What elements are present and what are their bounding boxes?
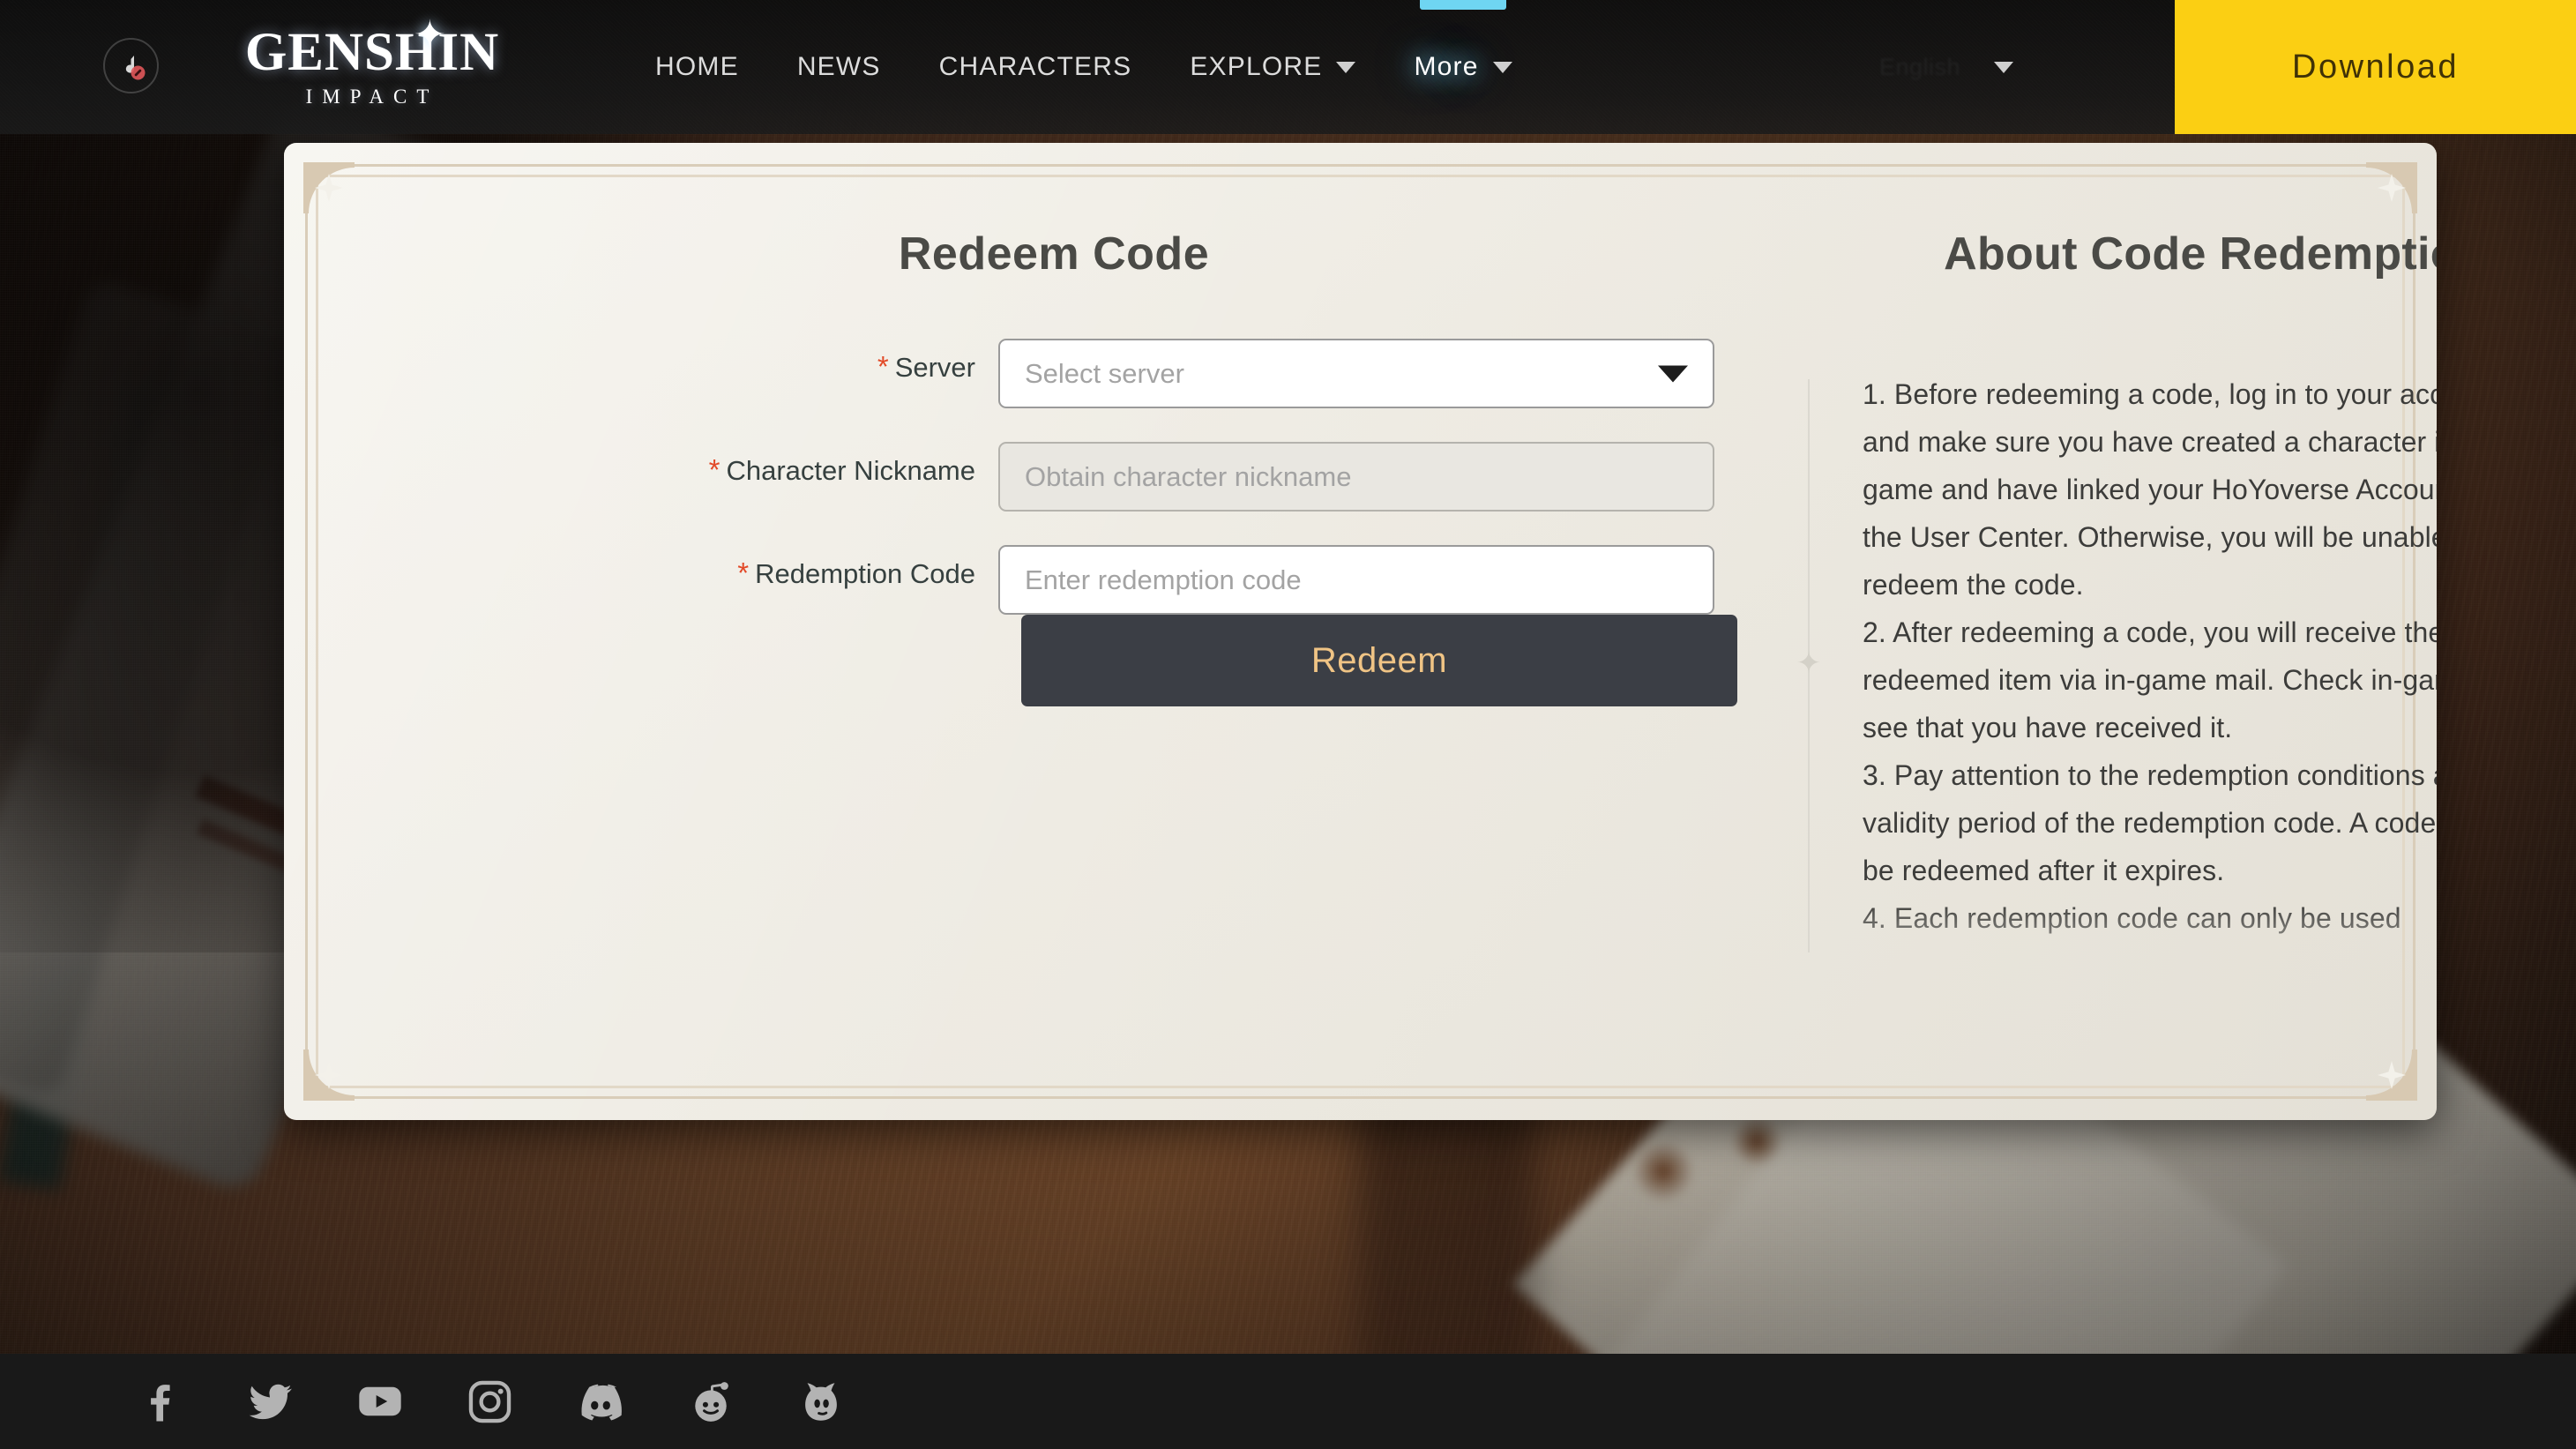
corner-ornament-bottom-left	[303, 1049, 355, 1101]
reddit-icon[interactable]	[655, 1354, 765, 1449]
redeem-code-card: Redeem Code * Server Select server * Chara…	[284, 143, 2437, 1120]
nav-label: More	[1414, 52, 1479, 81]
download-label: Download	[2292, 48, 2459, 86]
instagram-icon[interactable]	[435, 1354, 545, 1449]
hoyolab-icon[interactable]	[765, 1354, 876, 1449]
redemption-code-input[interactable]: Enter redemption code	[998, 545, 1714, 615]
nav-item-news[interactable]: NEWS	[768, 0, 910, 134]
about-item: 2. After redeeming a code, you will rece…	[1863, 616, 2437, 743]
chevron-down-icon	[1994, 61, 2013, 73]
logo-subtitle: IMPACT	[305, 86, 439, 108]
genshin-impact-logo[interactable]: GENSHIN IMPACT ✦	[209, 14, 535, 120]
field-row-code: * Redemption Code Enter redemption code	[381, 545, 1810, 615]
nav-item-characters[interactable]: CHARACTERS	[910, 0, 1161, 134]
field-row-nickname: * Character Nickname Obtain character nic…	[381, 442, 1810, 512]
server-select-wrapper: Select server	[998, 339, 1714, 408]
required-asterisk: *	[737, 556, 750, 589]
site-header: GENSHIN IMPACT ✦ HOME NEWS CHARACTERS EX…	[0, 0, 2576, 134]
redeem-button-label: Redeem	[1310, 640, 1448, 680]
discord-icon[interactable]	[545, 1354, 655, 1449]
field-row-server: * Server Select server	[381, 339, 1810, 408]
panel-divider: ✦	[1796, 379, 1821, 952]
required-asterisk: *	[708, 453, 721, 486]
about-scroll-area[interactable]: 1. Before redeeming a code, log in to yo…	[1863, 370, 2437, 988]
nav-item-more[interactable]: More	[1385, 0, 1541, 134]
nickname-input-wrapper: Obtain character nickname	[998, 442, 1714, 512]
about-panel: About Code Redemption 1. Before redeemin…	[1863, 228, 2437, 988]
label-text: Redemption Code	[755, 558, 975, 589]
about-item: 4. Each redemption code can only be used	[1863, 902, 2401, 934]
code-placeholder: Enter redemption code	[1025, 564, 1302, 595]
required-asterisk: *	[877, 350, 889, 383]
nav-label: HOME	[655, 52, 739, 81]
nav-label: EXPLORE	[1190, 52, 1323, 81]
active-tab-indicator	[1420, 0, 1507, 10]
nickname-placeholder: Obtain character nickname	[1025, 460, 1352, 492]
redeem-form: Redeem Code * Server Select server * Chara…	[381, 228, 1810, 706]
page-title: Redeem Code	[898, 228, 1210, 280]
about-item: 3. Pay attention to the redemption condi…	[1863, 759, 2437, 886]
code-input-wrapper: Enter redemption code	[998, 545, 1714, 615]
language-label: English	[1878, 53, 1960, 80]
music-note-muted-icon[interactable]	[103, 38, 159, 93]
about-title: About Code Redemption	[1944, 228, 2437, 280]
chevron-down-icon	[1336, 61, 1356, 73]
about-item: 1. Before redeeming a code, log in to yo…	[1863, 378, 2437, 601]
nav-item-home[interactable]: HOME	[626, 0, 768, 134]
chevron-down-icon	[1658, 365, 1688, 382]
server-select-placeholder: Select server	[1025, 357, 1184, 389]
facebook-icon[interactable]	[104, 1354, 214, 1449]
label-text: Character Nickname	[726, 455, 975, 486]
language-selector[interactable]: English	[1738, 0, 2029, 134]
nav-label: NEWS	[796, 52, 881, 81]
label-text: Server	[894, 352, 975, 383]
corner-ornament-top-right	[2366, 162, 2417, 213]
divider-star-icon: ✦	[1796, 646, 1822, 680]
field-label-server: * Server	[381, 339, 998, 385]
download-button[interactable]: Download	[2175, 0, 2576, 134]
field-label-nickname: * Character Nickname	[381, 442, 998, 489]
nav-item-explore[interactable]: EXPLORE	[1161, 0, 1385, 134]
corner-ornament-bottom-right	[2366, 1049, 2417, 1101]
logo-wordmark: GENSHIN	[244, 23, 500, 82]
redeem-button[interactable]: Redeem	[1021, 615, 1737, 706]
main-navigation: HOME NEWS CHARACTERS EXPLORE More	[626, 0, 1542, 134]
server-select[interactable]: Select server	[998, 339, 1714, 408]
twitter-icon[interactable]	[214, 1354, 325, 1449]
character-nickname-input[interactable]: Obtain character nickname	[998, 442, 1714, 512]
site-footer	[0, 1354, 2576, 1449]
chevron-down-icon	[1492, 61, 1512, 73]
logo-star-icon: ✦	[414, 13, 446, 56]
field-label-code: * Redemption Code	[381, 545, 998, 592]
corner-ornament-top-left	[303, 162, 355, 213]
nav-label: CHARACTERS	[938, 52, 1132, 81]
youtube-icon[interactable]	[325, 1354, 435, 1449]
